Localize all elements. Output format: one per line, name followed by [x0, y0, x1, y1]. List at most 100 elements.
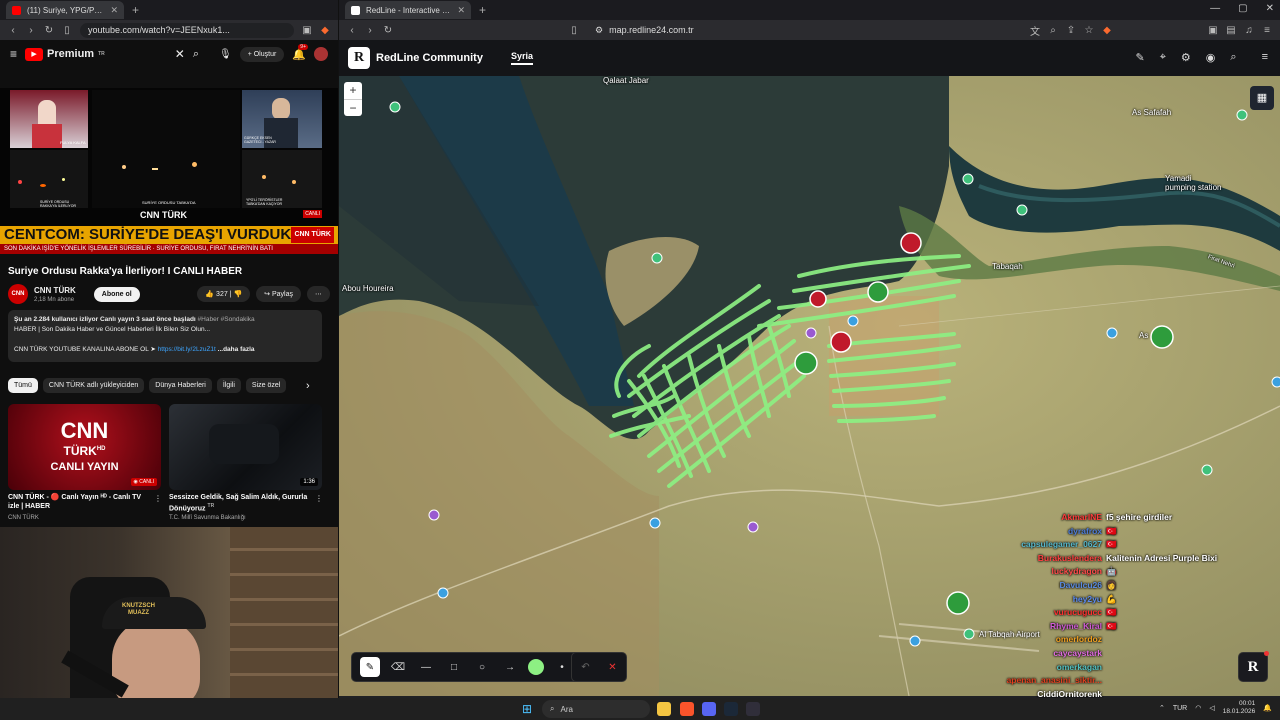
desc-more[interactable]: ...daha fazla — [218, 346, 255, 353]
video-menu-icon[interactable]: ⋮ — [315, 494, 323, 503]
desc-link[interactable]: https://bit.ly/2LzuZ1t — [158, 346, 216, 353]
brush-size-icon[interactable]: • — [552, 657, 572, 677]
redline-tab-title: RedLine - Interactive Strategic M — [366, 5, 451, 15]
brand-name[interactable]: RedLine Community — [376, 52, 483, 64]
brave-browser-icon[interactable] — [680, 702, 694, 716]
location-pin-icon[interactable]: ⌖ — [1160, 51, 1166, 64]
chip-world[interactable]: Dünya Haberleri — [149, 378, 212, 393]
avatar[interactable] — [314, 47, 328, 61]
description-box[interactable]: Şu an 2.284 kullanıcı izliyor Canlı yayı… — [8, 310, 322, 362]
reload-icon[interactable]: ↻ — [44, 25, 54, 36]
share-button[interactable]: ↪ Paylaş — [256, 286, 301, 302]
zoom-icon[interactable]: ⌕ — [1048, 25, 1058, 36]
tray-chevron-icon[interactable]: ⌃ — [1159, 704, 1165, 712]
mic-icon[interactable]: 🎙 — [219, 49, 232, 60]
create-button[interactable]: + Oluştur — [239, 46, 285, 62]
volume-icon[interactable]: ◁ — [1209, 704, 1214, 712]
close-tab-icon[interactable]: ✕ — [457, 5, 465, 16]
star-icon[interactable]: ☆ — [1084, 25, 1094, 36]
chip-related[interactable]: İlgili — [216, 378, 241, 393]
wallet-icon[interactable]: ▤ — [1226, 25, 1236, 36]
translate-icon[interactable]: 文 — [1030, 23, 1040, 38]
video-title-2[interactable]: Sessizce Geldik, Sağ Salim Aldık, Gururl… — [169, 493, 309, 513]
undo-icon[interactable]: ↶ — [581, 662, 589, 673]
brave-shield-icon[interactable]: ◆ — [320, 25, 330, 36]
search-icon[interactable]: ⌕ — [1230, 51, 1236, 64]
redline-tab[interactable]: RedLine - Interactive Strategic M ✕ — [345, 1, 471, 19]
close-window-icon[interactable]: ✕ — [1266, 3, 1274, 14]
reload-icon[interactable]: ↻ — [383, 25, 393, 36]
share-icon[interactable]: ⇪ — [1066, 25, 1076, 36]
place-qalaat-jabar: Qalaat Jabar — [603, 76, 649, 85]
taskbar-search[interactable]: ⌕ Ara — [542, 700, 650, 718]
file-explorer-icon[interactable] — [657, 702, 671, 716]
zoom-in-button[interactable]: + — [344, 82, 362, 99]
media-icon[interactable]: ♫ — [1244, 25, 1254, 36]
maximize-icon[interactable]: ▢ — [1238, 3, 1247, 14]
url-field[interactable]: youtube.com/watch?v=JEENxuk1... — [80, 22, 294, 38]
video-menu-icon[interactable]: ⋮ — [154, 494, 162, 503]
camera-icon[interactable]: ◉ — [1206, 51, 1216, 64]
color-swatch[interactable] — [528, 659, 544, 675]
arrow-tool-icon[interactable]: → — [500, 657, 520, 677]
browser-menu-icon[interactable]: ≡ — [1262, 25, 1272, 36]
back-icon[interactable]: ‹ — [347, 25, 357, 36]
tab-syria[interactable]: Syria — [510, 51, 533, 65]
chips-next-icon[interactable]: › — [306, 380, 310, 392]
minimize-icon[interactable]: — — [1210, 3, 1220, 14]
redline-logo[interactable]: R — [348, 47, 370, 69]
steam-icon[interactable] — [724, 702, 738, 716]
forward-icon[interactable]: › — [365, 25, 375, 36]
video-thumb-1[interactable]: CNN TÜRKHD CANLI YAYIN ◉ CANLI — [8, 404, 161, 490]
rectangle-tool-icon[interactable]: □ — [444, 657, 464, 677]
close-tab-icon[interactable]: ✕ — [110, 5, 118, 16]
discord-icon[interactable] — [702, 702, 716, 716]
video-title-1[interactable]: CNN TÜRK - 🔴 Canlı Yayın ᴴᴰ - Canlı TV i… — [8, 493, 148, 511]
line-tool-icon[interactable]: — — [416, 657, 436, 677]
draw-icon[interactable]: ✎ — [1136, 51, 1145, 64]
bookmark-icon[interactable]: ▯ — [62, 25, 72, 36]
settings-gear-icon[interactable]: ⚙ — [1181, 51, 1191, 64]
subscribe-button[interactable]: Abone ol — [93, 286, 140, 302]
video-thumb-2[interactable]: 1:36 — [169, 404, 322, 490]
windows-start-icon[interactable]: ⊞ — [522, 702, 532, 716]
more-options-icon[interactable]: ⋯ — [307, 286, 330, 302]
chip-channel[interactable]: CNN TÜRK adlı yükleyiciden — [42, 378, 145, 393]
layers-icon[interactable]: ▦ — [1250, 86, 1274, 110]
circle-tool-icon[interactable]: ○ — [472, 657, 492, 677]
bookmark-icon[interactable]: ▯ — [569, 25, 579, 36]
channel-row: CNN CNN TÜRK 2,18 Mn abone Abone ol 👍 32… — [8, 283, 330, 305]
new-tab-button[interactable]: + — [128, 3, 143, 17]
notifications-icon[interactable]: 🔔 9+ — [292, 43, 308, 61]
new-tab-button[interactable]: + — [475, 3, 490, 17]
wifi-icon[interactable]: ◠ — [1195, 704, 1201, 712]
forward-icon[interactable]: › — [26, 25, 36, 36]
pencil-tool-icon[interactable]: ✎ — [360, 657, 380, 677]
hamburger-menu-icon[interactable]: ≡ — [1262, 51, 1268, 64]
chip-all[interactable]: Tümü — [8, 378, 38, 393]
site-info-icon[interactable]: ⚙ — [595, 25, 603, 36]
notification-bell-icon[interactable]: 🔔 — [1263, 704, 1272, 712]
language-indicator[interactable]: TUR — [1173, 705, 1187, 712]
extension-icon[interactable]: ▣ — [302, 25, 312, 36]
chip-foryou[interactable]: Size özel — [245, 378, 287, 393]
search-icon[interactable]: ⌕ — [193, 48, 199, 61]
extensions-icon[interactable]: ▣ — [1208, 25, 1218, 36]
clear-search-icon[interactable]: ✕ — [175, 47, 185, 61]
clock[interactable]: 00:01 18.01.2026 — [1223, 700, 1256, 716]
video-player[interactable]: FULYA KALFA SURİYE ORDUSU RAKKA'YA İLERL… — [0, 88, 338, 254]
youtube-logo[interactable]: ▶ Premium TR — [25, 47, 105, 61]
like-button[interactable]: 👍 327 | 👎 — [197, 286, 251, 302]
url-field[interactable]: ⚙ map.redline24.com.tr — [587, 23, 1022, 38]
eraser-tool-icon[interactable]: ⌫ — [388, 657, 408, 677]
obs-icon[interactable] — [746, 702, 760, 716]
clear-icon[interactable]: ✕ — [608, 662, 616, 673]
channel-avatar[interactable]: CNN — [8, 284, 28, 304]
zoom-out-button[interactable]: − — [344, 99, 362, 116]
caption-5: YPG'Lİ TERÖRİSTLER TABKA'DAN KAÇIYOR — [246, 198, 283, 206]
channel-name[interactable]: CNN TÜRK — [34, 286, 76, 295]
back-icon[interactable]: ‹ — [8, 25, 18, 36]
brave-shield-icon[interactable]: ◆ — [1102, 25, 1112, 36]
menu-icon[interactable]: ≡ — [10, 47, 17, 61]
youtube-tab[interactable]: (11) Suriye, YPG/PKK'yı Nasıl Sağla ✕ — [6, 1, 124, 19]
